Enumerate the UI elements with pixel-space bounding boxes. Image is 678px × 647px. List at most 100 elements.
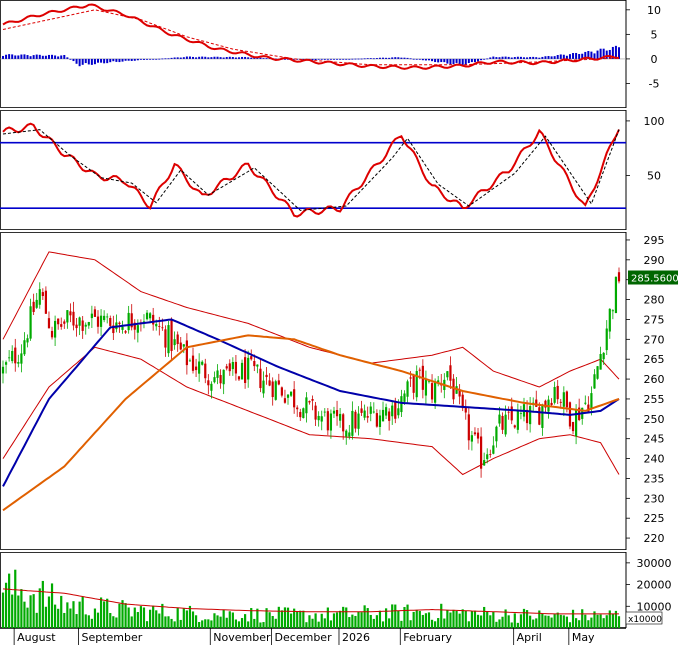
macd-histogram-bar [57, 56, 60, 59]
candle-body [406, 381, 409, 397]
volume-bar [565, 616, 569, 628]
volume-bar [513, 613, 516, 628]
volume-bar [8, 573, 11, 628]
volume-bar [142, 607, 146, 628]
volume-bar [602, 618, 605, 628]
macd-histogram-bar [391, 57, 394, 59]
macd-histogram-bar [467, 58, 470, 64]
candle-body [354, 411, 357, 429]
macd-histogram-bar [388, 57, 391, 59]
candle-body [222, 369, 225, 385]
macd-histogram-bar [47, 54, 50, 59]
candle-body [611, 310, 614, 312]
volume-bar [149, 609, 152, 628]
volume-bar [519, 614, 523, 628]
volume-bar [562, 615, 565, 628]
candle-body [299, 411, 302, 418]
macd-histogram-bar [427, 58, 430, 61]
candle-body [519, 413, 523, 415]
y-tick-label: 30000 [637, 557, 672, 570]
candle-body [75, 324, 78, 329]
y-tick-label: 100 [644, 115, 665, 128]
volume-bar [240, 618, 244, 628]
candle-body [219, 375, 222, 384]
candle-body [507, 411, 510, 413]
candle-body [486, 454, 489, 460]
macd-histogram-bar [403, 57, 406, 59]
volume-bar [191, 611, 195, 628]
candle-body [271, 381, 274, 398]
candle-body [342, 414, 345, 432]
candle-body [185, 340, 188, 366]
volume-bar [201, 620, 204, 628]
volume-bar [20, 589, 23, 628]
candle-body [1, 366, 5, 374]
candle-body [228, 363, 231, 372]
volume-bar [167, 616, 170, 628]
candle-body [602, 352, 605, 360]
candle-body [495, 426, 498, 442]
volume-bar [470, 611, 473, 628]
volume-bar [510, 622, 513, 628]
macd-histogram-bar [360, 58, 363, 60]
candle-body [69, 311, 72, 316]
macd-histogram-bar [109, 58, 112, 63]
volume-bar [268, 612, 271, 628]
macd-histogram-bar [35, 54, 38, 59]
macd-histogram-bar [526, 57, 529, 59]
volume-bar [532, 619, 535, 628]
volume-bar [464, 610, 467, 628]
volume-bar [118, 603, 121, 628]
macd-histogram-bar [103, 58, 106, 64]
macd-histogram-bar [69, 58, 72, 60]
candle-body [213, 377, 216, 383]
volume-bar [29, 595, 32, 628]
volume-bar [348, 617, 351, 628]
volume-bar [302, 610, 305, 628]
macd-histogram-bar [363, 58, 366, 60]
volume-bar [369, 614, 372, 628]
macd-histogram-bar [415, 58, 418, 60]
candle-body [53, 320, 57, 338]
macd-histogram-bar [329, 58, 332, 60]
volume-bar [605, 615, 608, 628]
volume-bar [335, 612, 339, 628]
volume-bar [587, 620, 590, 628]
candle-body [188, 360, 192, 362]
macd-histogram-bar [41, 55, 44, 59]
volume-bar [164, 616, 167, 628]
macd-histogram-bar [14, 55, 17, 59]
candle-body [164, 329, 167, 348]
macd-histogram-bar [54, 55, 57, 59]
volume-bar [378, 610, 382, 628]
volume-bar [418, 611, 421, 628]
macd-histogram-bar [121, 58, 124, 62]
volume-bar [314, 613, 317, 628]
macd-histogram-bar [78, 58, 81, 67]
candle-body [553, 387, 556, 403]
volume-bar [541, 613, 544, 628]
y-tick-label: 270 [644, 333, 665, 346]
y-tick-label: 290 [644, 254, 665, 267]
candle-body [17, 362, 20, 364]
volume-bar [139, 606, 143, 628]
volume-bar [38, 588, 41, 628]
macd-histogram-bar [345, 58, 348, 60]
candle-body [483, 460, 486, 466]
macd-histogram-bar [452, 58, 455, 65]
volume-bar [161, 603, 164, 628]
macd-histogram-bar [498, 57, 501, 59]
macd-histogram-bar [544, 56, 547, 59]
macd-histogram-bar [237, 57, 240, 59]
candle-body [231, 361, 234, 370]
candle-body [57, 318, 60, 325]
volume-bar [35, 612, 38, 628]
candle-body [317, 415, 320, 421]
macd-histogram-bar [192, 56, 195, 59]
y-tick-label: 295 [644, 234, 665, 247]
candle-body [529, 406, 532, 425]
macd-histogram-bar [97, 58, 100, 63]
macd-histogram-bar [565, 55, 568, 59]
volume-bar [280, 610, 283, 628]
macd-histogram-bar [535, 57, 538, 59]
